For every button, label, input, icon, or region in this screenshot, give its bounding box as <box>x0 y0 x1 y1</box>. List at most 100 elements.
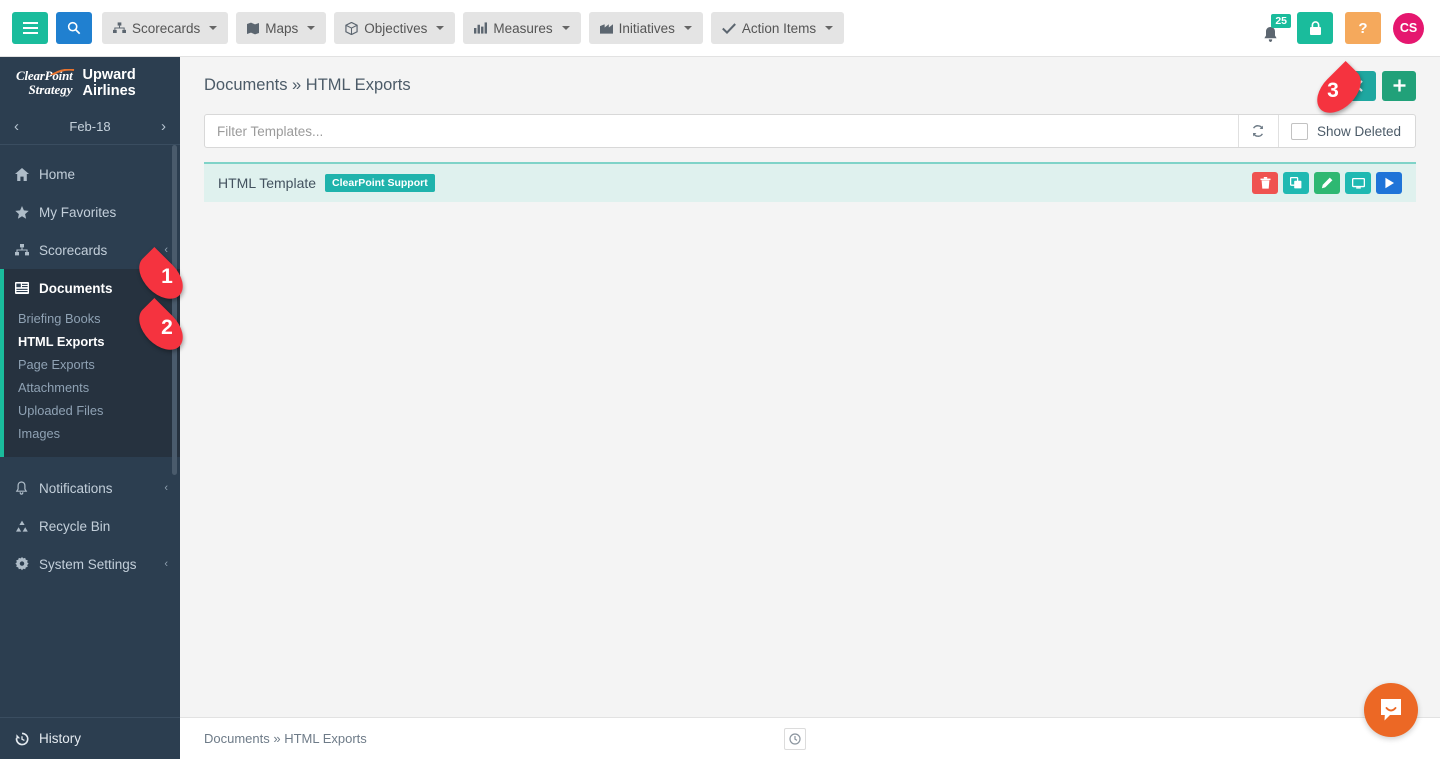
clearpoint-logo: ClearPoint Strategy <box>16 69 73 96</box>
sitemap-icon <box>113 22 126 34</box>
user-avatar-initials: CS <box>1400 21 1417 35</box>
edit-button[interactable] <box>1314 172 1340 194</box>
history-icon <box>14 732 29 746</box>
top-navigation-bar: Scorecards Maps Objectives Measures Init <box>0 0 1440 57</box>
sidebar-item-attachments-label: Attachments <box>18 380 89 395</box>
filter-templates-input[interactable] <box>205 115 1238 147</box>
nav-menu-initiatives-label: Initiatives <box>619 21 675 36</box>
help-button[interactable]: ? <box>1345 12 1381 44</box>
preview-button[interactable] <box>1345 172 1371 194</box>
home-icon <box>14 168 29 181</box>
sidebar-item-uploaded-files-label: Uploaded Files <box>18 403 103 418</box>
sidebar-item-recycle-bin-label: Recycle Bin <box>39 519 110 534</box>
nav-menu-measures[interactable]: Measures <box>463 12 580 44</box>
period-next-button[interactable]: › <box>161 118 166 135</box>
delete-button[interactable] <box>1252 172 1278 194</box>
footer-history-button[interactable] <box>784 728 806 750</box>
nav-menu-measures-label: Measures <box>493 21 552 36</box>
breadcrumb: Documents » HTML Exports <box>204 731 367 746</box>
annotation-marker-3: 3 <box>1303 68 1375 114</box>
bell-icon <box>14 481 29 495</box>
page-header: Documents » HTML Exports <box>180 57 1440 114</box>
nav-menu-initiatives[interactable]: Initiatives <box>589 12 703 44</box>
sidebar-item-uploaded-files[interactable]: Uploaded Files <box>4 399 180 422</box>
bar-chart-icon <box>474 22 487 34</box>
sidebar-item-scorecards-label: Scorecards <box>39 243 107 258</box>
sidebar-item-home[interactable]: Home <box>0 155 180 193</box>
group-spacer <box>4 445 180 457</box>
chevron-down-icon <box>436 26 444 30</box>
sidebar-item-my-favorites-label: My Favorites <box>39 205 116 220</box>
chevron-down-icon <box>307 26 315 30</box>
sidebar-item-system-settings-label: System Settings <box>39 557 137 572</box>
lock-button[interactable] <box>1297 12 1333 44</box>
sidebar-item-attachments[interactable]: Attachments <box>4 376 180 399</box>
period-selector: ‹ Feb-18 › <box>0 109 180 145</box>
sidebar-item-my-favorites[interactable]: My Favorites <box>0 193 180 231</box>
sidebar-item-system-settings[interactable]: System Settings ‹ <box>0 545 180 583</box>
run-button[interactable] <box>1376 172 1402 194</box>
nav-menu-objectives-label: Objectives <box>364 21 427 36</box>
show-deleted-label: Show Deleted <box>1317 124 1401 139</box>
filter-bar: Show Deleted <box>204 114 1416 148</box>
nav-menu-action-items[interactable]: Action Items <box>711 12 844 44</box>
nav-menu-scorecards-label: Scorecards <box>132 21 200 36</box>
status-badge: ClearPoint Support <box>325 174 435 192</box>
show-deleted-checkbox[interactable] <box>1291 123 1308 140</box>
plus-icon <box>1393 79 1406 92</box>
table-row[interactable]: HTML Template ClearPoint Support <box>204 162 1416 202</box>
search-icon <box>67 21 81 35</box>
marker-shape <box>1309 61 1369 121</box>
show-deleted-toggle[interactable]: Show Deleted <box>1278 115 1415 147</box>
bell-icon <box>1262 26 1279 44</box>
notifications-button[interactable]: 25 <box>1255 12 1285 44</box>
footer-bar: Documents » HTML Exports <box>180 717 1440 759</box>
cube-icon <box>345 22 358 35</box>
sidebar: ClearPoint Strategy Upward Airlines ‹ Fe… <box>0 57 180 759</box>
play-icon <box>1384 177 1395 189</box>
clock-icon <box>789 733 801 745</box>
sidebar-item-images[interactable]: Images <box>4 422 180 445</box>
nav-menu-action-items-label: Action Items <box>742 21 816 36</box>
chevron-down-icon <box>825 26 833 30</box>
chevron-down-icon <box>209 26 217 30</box>
page-title: Documents » HTML Exports <box>204 76 411 95</box>
copy-button[interactable] <box>1283 172 1309 194</box>
row-action-buttons <box>1252 172 1402 194</box>
sidebar-item-images-label: Images <box>18 426 60 441</box>
global-search-button[interactable] <box>56 12 92 44</box>
brand-header[interactable]: ClearPoint Strategy Upward Airlines <box>0 57 180 109</box>
hamburger-icon <box>23 22 38 34</box>
hamburger-menu-button[interactable] <box>12 12 48 44</box>
sidebar-item-home-label: Home <box>39 167 75 182</box>
sidebar-item-page-exports[interactable]: Page Exports <box>4 353 180 376</box>
map-icon <box>247 22 259 35</box>
intercom-chat-button[interactable] <box>1364 683 1418 737</box>
sidebar-spacer-2 <box>0 457 180 469</box>
add-template-button[interactable] <box>1382 71 1416 101</box>
history-button[interactable]: History <box>0 717 180 759</box>
initiative-chart-icon <box>600 22 613 34</box>
annotation-marker-2: 2 <box>125 305 197 351</box>
chevron-down-icon <box>684 26 692 30</box>
annotation-marker-3-number: 3 <box>1327 79 1339 103</box>
sidebar-item-recycle-bin[interactable]: Recycle Bin <box>0 507 180 545</box>
sidebar-item-html-exports-label: HTML Exports <box>18 334 105 349</box>
refresh-button[interactable] <box>1238 115 1278 147</box>
nav-menu-objectives[interactable]: Objectives <box>334 12 455 44</box>
sitemap-icon <box>14 244 29 256</box>
documents-icon <box>14 282 29 294</box>
period-label: Feb-18 <box>69 119 110 134</box>
nav-menu-maps[interactable]: Maps <box>236 12 326 44</box>
nav-menu-scorecards[interactable]: Scorecards <box>102 12 228 44</box>
sidebar-spacer <box>0 145 180 155</box>
recycle-icon <box>14 520 29 533</box>
topbar-right-group: 25 ? CS <box>1255 12 1428 44</box>
sidebar-item-documents-label: Documents <box>39 281 113 296</box>
nav-menu-maps-label: Maps <box>265 21 298 36</box>
annotation-marker-1-number: 1 <box>161 265 173 289</box>
sidebar-item-notifications[interactable]: Notifications ‹ <box>0 469 180 507</box>
help-button-label: ? <box>1358 20 1367 37</box>
user-avatar[interactable]: CS <box>1393 13 1424 44</box>
period-prev-button[interactable]: ‹ <box>14 118 19 135</box>
